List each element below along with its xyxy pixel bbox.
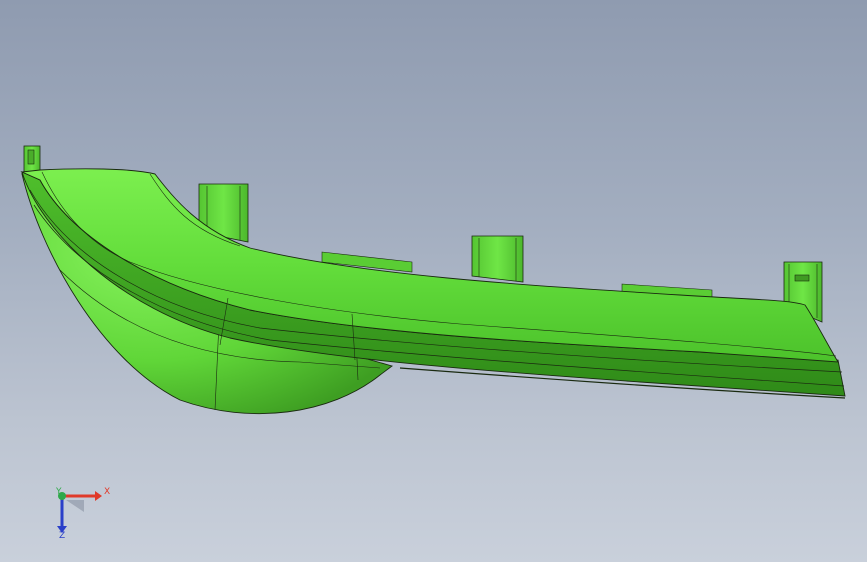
model-canvas[interactable] xyxy=(0,0,867,562)
x-axis-arrowhead xyxy=(95,491,102,501)
graphics-viewport[interactable]: X Y Z xyxy=(0,0,867,562)
z-axis-label: Z xyxy=(59,531,66,541)
x-axis-label: X xyxy=(104,487,111,497)
mounting-tab-2[interactable] xyxy=(471,235,524,283)
mounting-tab-left[interactable] xyxy=(23,145,41,175)
triad-shadow xyxy=(66,500,84,512)
triad-axes xyxy=(57,491,102,533)
orientation-triad[interactable]: X Y Z xyxy=(40,478,130,548)
y-axis-label: Y xyxy=(56,487,62,497)
